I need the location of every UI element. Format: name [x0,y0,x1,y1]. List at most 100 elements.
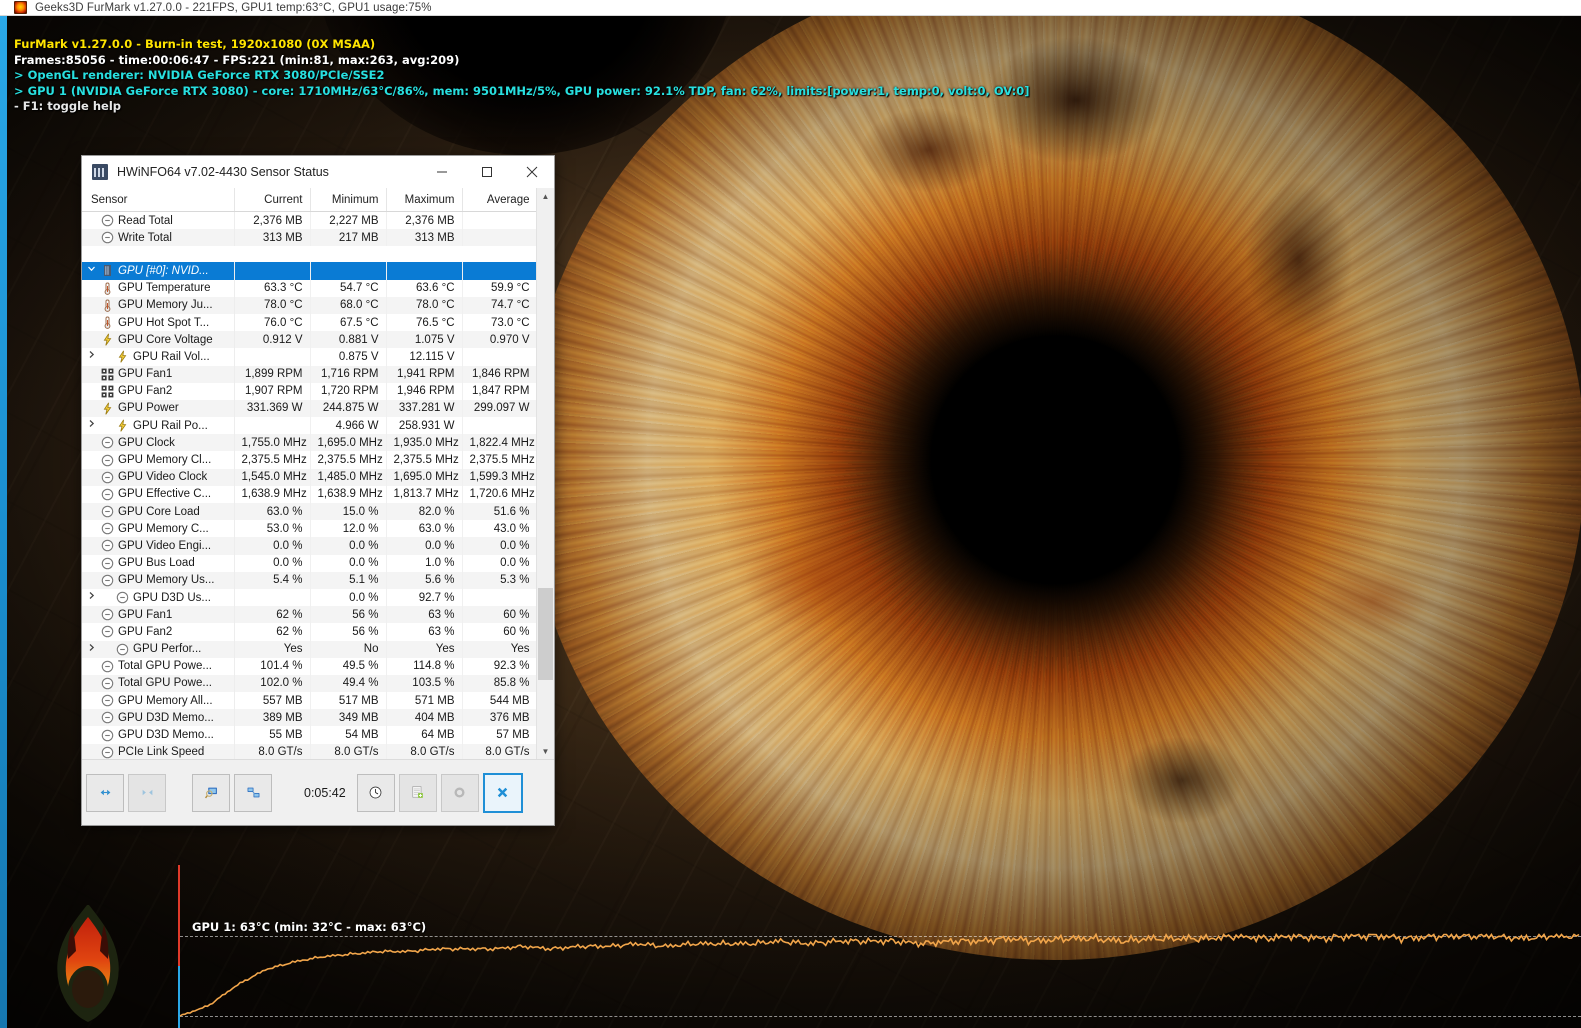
sensor-name-cell[interactable]: GPU Temperature [82,279,235,297]
table-row[interactable]: GPU Clock 1,755.0 MHz 1,695.0 MHz 1,935.0 M… [82,434,536,452]
table-row[interactable]: GPU Fan1 62 % 56 % 63 % 60 % [82,606,536,624]
clock-gauge-icon [101,488,114,501]
table-row[interactable]: GPU Rail Po... 4.966 W 258.931 W [82,417,536,435]
table-row[interactable]: GPU Memory Cl... 2,375.5 MHz 2,375.5 MHz 2,… [82,451,536,469]
sensor-name-cell[interactable]: GPU Memory C... [82,520,235,538]
scroll-up-icon[interactable]: ▲ [537,188,554,205]
table-row[interactable]: GPU Video Engi... 0.0 % 0.0 % 0.0 % 0.0 % [82,537,536,555]
close-sensors-button[interactable] [482,772,523,813]
sensor-name-cell[interactable]: GPU Core Voltage [82,331,235,349]
sensor-name-cell[interactable]: GPU Video Clock [82,468,235,486]
hwinfo-toolbar[interactable]: 0:05:42 [82,759,554,825]
sensor-name-cell[interactable]: GPU Video Engi... [82,537,235,555]
sensor-name-cell[interactable]: GPU Rail Vol... [82,348,235,366]
column-header-current[interactable]: Current [234,188,311,212]
chevron-down-icon[interactable] [86,264,97,277]
table-row[interactable]: GPU Core Load 63.0 % 15.0 % 82.0 % 51.6 % [82,503,536,521]
column-header-sensor[interactable]: Sensor [82,188,235,212]
table-row[interactable]: GPU Perfor... Yes No Yes Yes [82,640,536,658]
collapse-all-button[interactable] [128,773,166,812]
scrollbar-thumb[interactable] [538,588,553,680]
sensor-name-cell[interactable]: GPU Hot Spot T... [82,313,235,332]
sensor-name-cell[interactable]: GPU Fan1 [82,606,235,624]
sensor-table-scrollbar[interactable]: ▲ ▼ [536,188,554,760]
sensor-name-cell[interactable]: GPU Core Load [82,503,235,521]
table-row[interactable]: GPU Core Voltage 0.912 V 0.881 V 1.075 V 0.9… [82,331,536,349]
maximize-button[interactable] [464,157,509,188]
table-row[interactable]: GPU Hot Spot T... 76.0 °C 67.5 °C 76.5 °C 73… [82,313,536,332]
table-row[interactable]: GPU Fan2 1,907 RPM 1,720 RPM 1,946 RPM 1,847… [82,382,536,400]
sensor-name-cell[interactable]: GPU D3D Memo... [82,709,235,727]
table-row[interactable]: GPU D3D Memo... 389 MB 349 MB 404 MB 376 MB [82,709,536,727]
sensor-name-cell[interactable]: GPU [#0]: NVID... [82,262,235,280]
chevron-placeholder [86,694,97,707]
hwinfo-titlebar[interactable]: HWiNFO64 v7.02-4430 Sensor Status [82,156,554,189]
chevron-right-icon[interactable] [86,419,97,432]
table-row[interactable]: GPU D3D Us... 0.0 % 92.7 % [82,588,536,607]
table-row[interactable]: GPU D3D Memo... 55 MB 54 MB 64 MB 57 MB [82,726,536,744]
table-row[interactable]: GPU Memory All... 557 MB 517 MB 571 MB 544 M… [82,692,536,710]
table-row[interactable]: GPU Power 331.369 W 244.875 W 337.281 W 299.… [82,399,536,418]
sensor-name-cell[interactable]: Total GPU Powe... [82,674,235,693]
table-row[interactable]: GPU Memory Us... 5.4 % 5.1 % 5.6 % 5.3 % [82,571,536,589]
sensor-name-cell[interactable]: GPU D3D Memo... [82,726,235,744]
sensor-name-cell[interactable]: PCIe Link Speed [82,743,235,760]
sensor-name-cell[interactable]: GPU Bus Load [82,554,235,572]
table-row[interactable]: GPU Rail Vol... 0.875 V 12.115 V [82,348,536,366]
table-row[interactable]: GPU Memory Ju... 78.0 °C 68.0 °C 78.0 °C 74.… [82,296,536,314]
table-row[interactable]: Total GPU Powe... 102.0 % 49.4 % 103.5 % 85.… [82,674,536,693]
chevron-placeholder [86,677,97,690]
sensor-settings-button[interactable] [192,773,230,812]
sensor-name-cell[interactable]: GPU D3D Us... [82,588,235,607]
table-row[interactable]: GPU Temperature 63.3 °C 54.7 °C 63.6 °C 59.9… [82,279,536,297]
table-row[interactable]: GPU Video Clock 1,545.0 MHz 1,485.0 MHz 1,6… [82,468,536,486]
sensor-label: Total GPU Powe... [118,677,212,690]
sensor-name-cell[interactable]: GPU Fan1 [82,365,235,383]
sensor-maximum-cell: 1,813.7 MHz [386,485,463,503]
sensor-group-row[interactable]: GPU [#0]: NVID... [82,262,536,280]
expand-all-button[interactable] [86,773,124,812]
hwinfo64-window[interactable]: HWiNFO64 v7.02-4430 Sensor Status Sensor… [81,155,555,826]
table-row[interactable]: PCIe Link Speed 8.0 GT/s 8.0 GT/s 8.0 GT/s 8… [82,743,536,760]
remote-sensors-button[interactable] [234,773,272,812]
chevron-right-icon[interactable] [86,350,97,363]
chevron-right-icon[interactable] [86,591,97,604]
sensor-table[interactable]: Sensor Current Minimum Maximum Average R… [82,188,536,760]
sensor-name-cell[interactable]: GPU Memory All... [82,692,235,710]
sensor-name-cell[interactable]: GPU Fan2 [82,382,235,400]
column-header-minimum[interactable]: Minimum [310,188,387,212]
refresh-button[interactable] [440,773,479,812]
sensor-name-cell[interactable]: GPU Fan2 [82,623,235,641]
sensor-name-cell[interactable]: GPU Memory Cl... [82,451,235,469]
scroll-down-icon[interactable]: ▼ [537,743,554,760]
minimize-button[interactable] [419,157,464,188]
table-row[interactable]: Total GPU Powe... 101.4 % 49.5 % 114.8 % 92.… [82,657,536,675]
column-header-average[interactable]: Average [462,188,536,212]
sensor-maximum-cell: 64 MB [386,726,463,744]
close-button[interactable] [509,157,554,188]
chevron-right-icon[interactable] [86,643,97,656]
table-row[interactable]: GPU Effective C... 1,638.9 MHz 1,638.9 MHz… [82,485,536,503]
table-row[interactable]: Read Total 2,376 MB 2,227 MB 2,376 MB [82,211,536,230]
snapshot-timer-button[interactable] [356,773,395,812]
sensor-name-cell[interactable]: GPU Rail Po... [82,417,235,435]
chevron-placeholder [86,729,97,742]
sensor-name-cell[interactable]: Total GPU Powe... [82,657,235,675]
sensor-name-cell[interactable]: Read Total [82,211,235,230]
sensor-name-cell[interactable]: GPU Clock [82,434,235,452]
sensor-label: GPU Video Clock [118,471,208,484]
table-row[interactable]: GPU Memory C... 53.0 % 12.0 % 63.0 % 43.0 % [82,520,536,538]
sensor-name-cell[interactable]: GPU Memory Us... [82,571,235,589]
table-row[interactable]: GPU Fan1 1,899 RPM 1,716 RPM 1,941 RPM 1,846… [82,365,536,383]
column-header-maximum[interactable]: Maximum [386,188,463,212]
sensor-name-cell[interactable]: Write Total [82,229,235,247]
table-row[interactable]: GPU Bus Load 0.0 % 0.0 % 1.0 % 0.0 % [82,554,536,572]
thermometer-icon [101,316,114,329]
sensor-name-cell[interactable]: GPU Effective C... [82,485,235,503]
sensor-name-cell[interactable]: GPU Memory Ju... [82,296,235,314]
logging-button[interactable] [398,773,437,812]
table-row[interactable]: Write Total 313 MB 217 MB 313 MB [82,229,536,247]
sensor-name-cell[interactable]: GPU Power [82,399,235,418]
sensor-name-cell[interactable]: GPU Perfor... [82,640,235,658]
table-row[interactable]: GPU Fan2 62 % 56 % 63 % 60 % [82,623,536,641]
